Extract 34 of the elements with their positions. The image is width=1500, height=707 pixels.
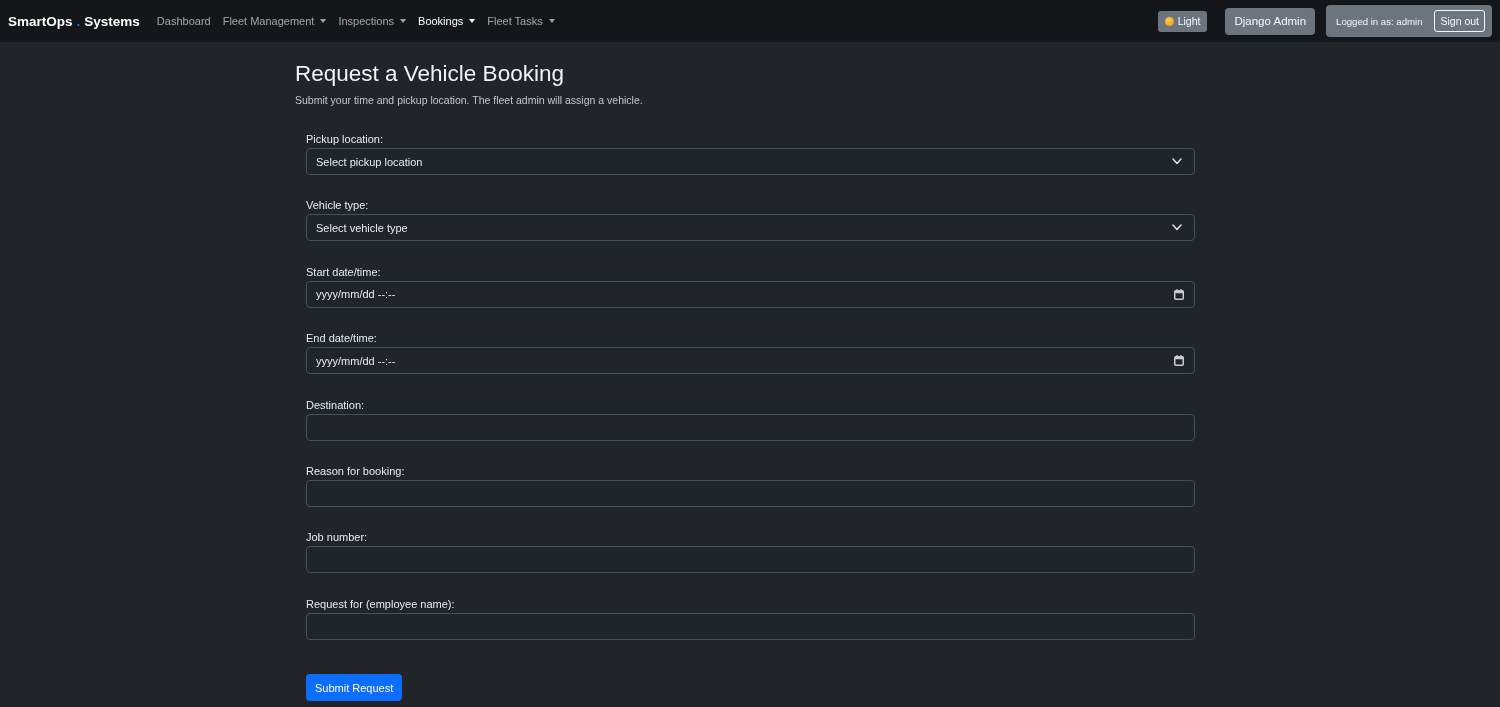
field-label: Pickup location: — [306, 132, 384, 147]
nav-link[interactable]: Bookings — [412, 15, 482, 27]
field-label: Reason for booking: — [306, 463, 405, 479]
brand-logo[interactable]: SmartOps . Systems — [8, 13, 140, 29]
admin-button[interactable]: Django Admin — [1225, 7, 1316, 35]
select-field[interactable]: Select pickup location — [306, 148, 1195, 175]
datetime-field[interactable]: yyyy/mm/dd --:-- — [306, 347, 1195, 375]
logged-in-text: Logged in as: admin — [1336, 15, 1423, 27]
field-label: Destination: — [306, 397, 365, 413]
field-label: Request for (employee name): — [306, 596, 455, 612]
nav-link[interactable]: Dashboard — [150, 15, 217, 27]
chevron-down-icon — [1172, 224, 1182, 232]
select-field[interactable]: Select vehicle type — [306, 214, 1195, 242]
sign-out-button[interactable]: Sign out — [1434, 10, 1485, 32]
submit-button[interactable]: Submit Request — [306, 674, 403, 702]
datetime-field[interactable]: yyyy/mm/dd --:-- — [306, 280, 1195, 308]
nav-link[interactable]: Fleet Tasks — [481, 15, 561, 27]
field-label: Job number: — [306, 530, 368, 546]
input-field[interactable] — [306, 413, 1195, 441]
nav-link[interactable]: Inspections — [332, 15, 413, 27]
theme-button[interactable]: Light — [1157, 10, 1208, 32]
input-field[interactable] — [306, 479, 1195, 507]
page-subtitle: Submit your time and pickup location. The fleet admin will assign a vehicle. — [295, 93, 644, 108]
field-label: Vehicle type: — [306, 198, 369, 214]
field-label: End date/time: — [306, 331, 377, 347]
input-field[interactable] — [306, 612, 1195, 640]
dot-icon — [1164, 16, 1174, 26]
input-field[interactable] — [306, 546, 1195, 574]
calendar-icon[interactable] — [1174, 355, 1184, 367]
chevron-down-icon — [1172, 158, 1182, 165]
calendar-icon[interactable] — [1174, 288, 1184, 300]
nav-link[interactable]: Fleet Management — [216, 15, 333, 27]
field-label: Start date/time: — [306, 264, 381, 280]
page-title: Request a Vehicle Booking — [295, 60, 565, 88]
